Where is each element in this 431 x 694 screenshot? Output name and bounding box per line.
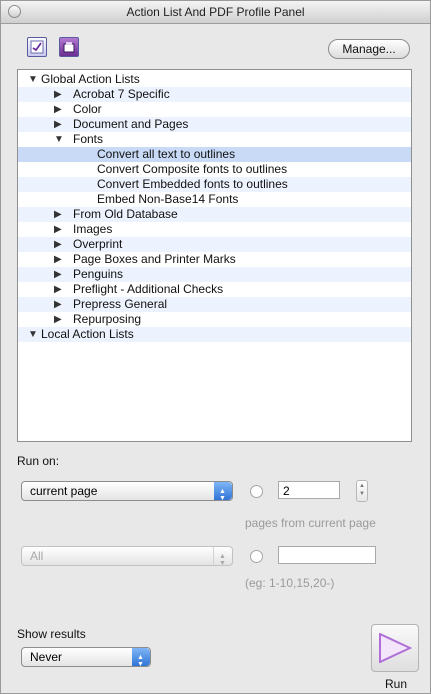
window-title: Action List And PDF Profile Panel [126,5,305,19]
tree-row[interactable]: ▼ Global Action Lists [18,72,411,87]
tree-row[interactable]: ▶ Page Boxes and Printer Marks [18,252,411,267]
tree-row-label: Repurposing [73,312,142,326]
current-page-radio[interactable] [250,485,263,498]
disclosure-triangle-icon[interactable]: ▼ [28,72,38,87]
tree-row-label: Fonts [73,132,104,146]
tree-row[interactable]: ▶ Images [18,222,411,237]
pdf-profile-icon [63,42,75,53]
run-on-label: Run on: [17,454,60,468]
action-list-icon [30,40,44,54]
run-label: Run [385,677,408,691]
action-list-tree[interactable]: ▼ Global Action Lists ▶ Acrobat 7 Specif… [17,69,412,442]
tree-row-label: Penguins [73,267,124,281]
disclosure-triangle-icon[interactable]: ▶ [54,297,62,312]
disclosure-triangle-icon[interactable]: ▶ [54,117,62,132]
disclosure-triangle-icon[interactable]: ▶ [54,207,62,222]
show-results-select[interactable]: Never ▲ ▼ [21,647,151,668]
tree-row-label: Color [73,102,102,116]
tree-row-label: Convert all text to outlines [97,147,236,161]
tree-row-selected[interactable]: Convert all text to outlines [18,147,411,162]
page-range-select-value: All [30,549,44,563]
tree-row-label: Prepress General [73,297,168,311]
run-on-page-select[interactable]: current page ▲ ▼ [21,481,233,502]
tree-row[interactable]: ▼ Fonts [18,132,411,147]
disclosure-triangle-icon[interactable]: ▶ [54,267,62,282]
range-hint: (eg: 1-10,15,20-) [245,576,335,590]
disclosure-triangle-icon[interactable]: ▼ [28,327,38,342]
popup-arrows-icon: ▲ ▼ [214,482,232,502]
tree-row-label: Document and Pages [73,117,189,131]
tree-row[interactable]: ▼ Local Action Lists [18,327,411,342]
page-range-select[interactable]: All ▲ ▼ [21,546,233,567]
tree-row[interactable]: ▶ Penguins [18,267,411,282]
tree-row-label: Overprint [73,237,123,251]
tree-row-label: Convert Composite fonts to outlines [97,162,288,176]
tree-row[interactable]: ▶ Repurposing [18,312,411,327]
tree-row-label: Images [73,222,113,236]
tree-row[interactable]: Embed Non-Base14 Fonts [18,192,411,207]
manage-button[interactable]: Manage... [328,39,410,59]
popup-arrows-icon: ▲ ▼ [213,547,232,567]
popup-arrows-icon: ▲ ▼ [132,648,150,668]
tree-row-label: Preflight - Additional Checks [73,282,224,296]
tree-row[interactable]: Convert Composite fonts to outlines [18,162,411,177]
show-results-label: Show results [17,627,86,641]
run-on-page-select-value: current page [30,484,98,498]
tree-row[interactable]: ▶ From Old Database [18,207,411,222]
pdf-profile-tab-button[interactable] [59,37,79,57]
panel-window: Action List And PDF Profile Panel Manage… [0,0,431,694]
tree-row[interactable]: ▶ Prepress General [18,297,411,312]
tree-row[interactable]: ▶ Color [18,102,411,117]
action-list-tab-button[interactable] [27,37,47,57]
page-range-input[interactable] [278,546,376,564]
tree-row[interactable]: ▶ Overprint [18,237,411,252]
page-range-radio[interactable] [250,550,263,563]
play-icon [379,633,412,663]
disclosure-triangle-icon[interactable]: ▼ [54,132,64,147]
stepper-icon[interactable]: ▲ ▼ [356,480,368,502]
disclosure-triangle-icon[interactable]: ▶ [54,312,62,327]
tree-row[interactable]: ▶ Preflight - Additional Checks [18,282,411,297]
pages-hint: pages from current page [245,516,376,530]
tree-row[interactable]: Convert Embedded fonts to outlines [18,177,411,192]
disclosure-triangle-icon[interactable]: ▶ [54,87,62,102]
tree-row-label: From Old Database [73,207,178,221]
tree-row-label: Global Action Lists [41,72,140,86]
show-results-select-value: Never [30,650,63,664]
tree-row[interactable]: ▶ Acrobat 7 Specific [18,87,411,102]
tree-row-label: Convert Embedded fonts to outlines [97,177,288,191]
disclosure-triangle-icon[interactable]: ▶ [54,237,62,252]
tree-row-label: Embed Non-Base14 Fonts [97,192,239,206]
pages-count-input[interactable]: 2 [278,481,340,499]
disclosure-triangle-icon[interactable]: ▶ [54,102,62,117]
tree-row-label: Acrobat 7 Specific [73,87,170,101]
tree-row-label: Page Boxes and Printer Marks [73,252,236,266]
disclosure-triangle-icon[interactable]: ▶ [54,282,62,297]
disclosure-triangle-icon[interactable]: ▶ [54,252,62,267]
run-button[interactable] [371,624,419,672]
tree-row-label: Local Action Lists [41,327,134,341]
disclosure-triangle-icon[interactable]: ▶ [54,222,62,237]
tree-row[interactable]: ▶ Document and Pages [18,117,411,132]
title-bar[interactable]: Action List And PDF Profile Panel [1,1,430,24]
